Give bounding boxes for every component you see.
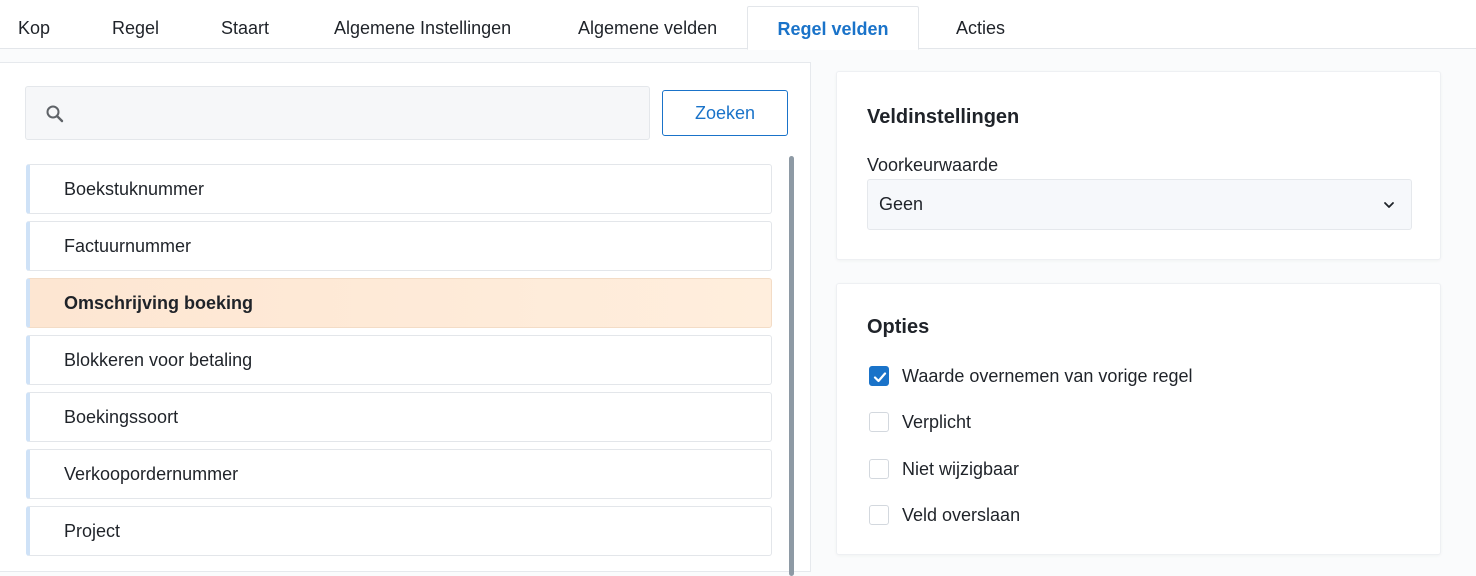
- field-item-boekingssoort[interactable]: Boekingssoort: [26, 392, 772, 442]
- preference-value-select[interactable]: Geen: [867, 179, 1412, 230]
- preference-value-label: Voorkeurwaarde: [867, 155, 999, 175]
- field-item-label: Factuurnummer: [64, 236, 192, 256]
- checkbox[interactable]: [869, 459, 889, 479]
- tab-regel-velden[interactable]: Regel velden: [747, 6, 919, 50]
- field-list: Boekstuknummer Factuurnummer Omschrijvin…: [26, 164, 772, 563]
- checkbox[interactable]: [869, 412, 889, 432]
- field-item-label: Boekingssoort: [64, 407, 179, 427]
- field-item-omschrijving-boeking[interactable]: Omschrijving boeking: [26, 278, 772, 328]
- checkbox-checked[interactable]: [869, 366, 889, 386]
- field-item-verkoopordernummer[interactable]: Verkoopordernummer: [26, 449, 772, 499]
- search-icon: [46, 105, 64, 123]
- tab-regel[interactable]: Regel: [112, 0, 159, 49]
- tab-kop[interactable]: Kop: [18, 0, 50, 49]
- field-item-blokkeren-voor-betaling[interactable]: Blokkeren voor betaling: [26, 335, 772, 385]
- check-icon: [873, 372, 887, 383]
- options-card: Opties Waarde overnemen van vorige regel…: [836, 283, 1441, 555]
- checkbox[interactable]: [869, 505, 889, 525]
- field-list-panel: Zoeken Boekstuknummer Factuurnummer Omsc…: [0, 62, 811, 576]
- field-item-label: Omschrijving boeking: [64, 293, 254, 313]
- field-item-project[interactable]: Project: [26, 506, 772, 556]
- tab-bar: Kop Regel Staart Algemene Instellingen A…: [0, 0, 1476, 50]
- tab-algemene-velden[interactable]: Algemene velden: [578, 0, 717, 49]
- option-label: Niet wijzigbaar: [902, 459, 1020, 479]
- field-item-boekstuknummer[interactable]: Boekstuknummer: [26, 164, 772, 214]
- field-item-factuurnummer[interactable]: Factuurnummer: [26, 221, 772, 271]
- field-item-label: Project: [64, 521, 121, 541]
- option-label: Verplicht: [902, 412, 972, 432]
- chevron-down-icon: [1384, 202, 1394, 208]
- search-input[interactable]: [74, 87, 644, 139]
- field-list-scrollbar[interactable]: [789, 156, 794, 576]
- field-settings-title: Veldinstellingen: [867, 106, 1020, 128]
- preference-value-selected: Geen: [879, 194, 924, 214]
- field-item-label: Verkoopordernummer: [64, 464, 239, 484]
- options-title: Opties: [867, 316, 930, 338]
- field-item-label: Boekstuknummer: [64, 179, 205, 199]
- search-box: [25, 86, 650, 140]
- field-settings-card: Veldinstellingen Voorkeurwaarde Geen: [836, 71, 1441, 260]
- option-label: Waarde overnemen van vorige regel: [902, 366, 1193, 386]
- tab-staart[interactable]: Staart: [221, 0, 269, 49]
- search-button[interactable]: Zoeken: [662, 90, 788, 136]
- tab-acties[interactable]: Acties: [956, 0, 1005, 49]
- option-label: Veld overslaan: [902, 505, 1021, 525]
- tab-algemene-instellingen[interactable]: Algemene Instellingen: [334, 0, 511, 49]
- field-item-label: Blokkeren voor betaling: [64, 350, 253, 370]
